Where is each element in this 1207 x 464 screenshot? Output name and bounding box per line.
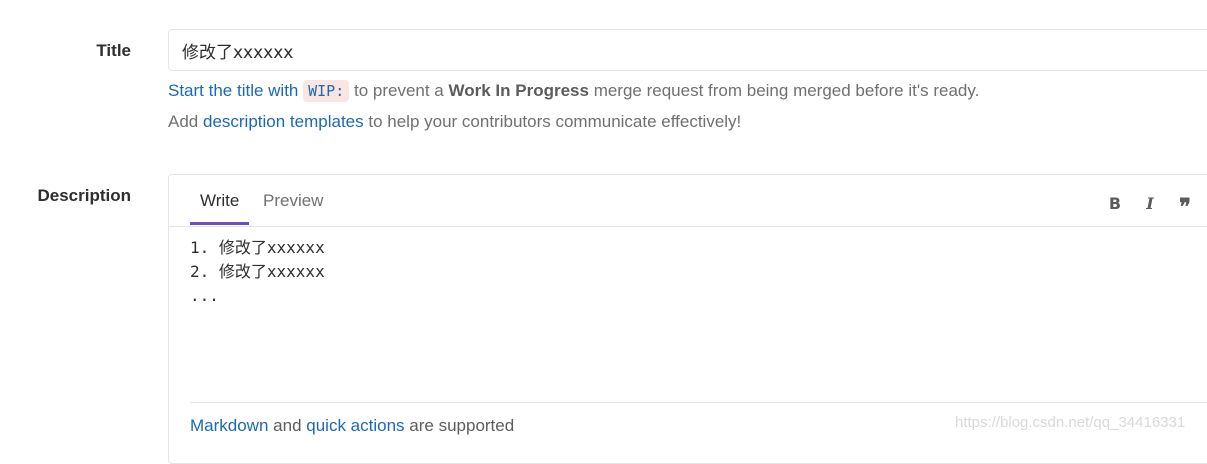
markdown-link[interactable]: Markdown xyxy=(190,416,268,435)
title-input[interactable] xyxy=(168,29,1207,71)
wip-help-text: Start the title with WIP: to prevent a W… xyxy=(168,80,979,102)
footer-supported: are supported xyxy=(409,416,515,435)
start-title-with-link[interactable]: Start the title with xyxy=(168,81,298,100)
templates-help-add: Add xyxy=(168,112,199,131)
italic-icon[interactable]: I xyxy=(1140,194,1160,214)
description-textarea[interactable]: 1. 修改了xxxxxx 2. 修改了xxxxxx ... xyxy=(190,236,1190,396)
templates-help-text: Add description templates to help your c… xyxy=(168,112,741,132)
quote-icon[interactable]: ❞ xyxy=(1175,194,1195,220)
footer-and: and xyxy=(273,416,302,435)
watermark: https://blog.csdn.net/qq_34416331 xyxy=(955,414,1186,431)
wip-help-rest: merge request from being merged before i… xyxy=(593,81,980,100)
description-label: Description xyxy=(37,186,131,205)
editor-divider xyxy=(190,402,1207,403)
tab-preview[interactable]: Preview xyxy=(263,190,323,225)
tab-write[interactable]: Write xyxy=(190,190,250,225)
templates-help-rest: to help your contributors communicate ef… xyxy=(368,112,742,131)
wip-help-bold: Work In Progress xyxy=(448,81,589,100)
editor-tabs: Write Preview B I ❞ xyxy=(169,175,1207,227)
wip-code: WIP: xyxy=(303,80,350,102)
bold-icon[interactable]: B xyxy=(1105,194,1125,214)
quick-actions-link[interactable]: quick actions xyxy=(306,416,404,435)
title-label: Title xyxy=(96,41,131,60)
description-templates-link[interactable]: description templates xyxy=(203,112,364,131)
wip-help-prevent: to prevent a xyxy=(353,81,444,100)
editor-footer: Markdown and quick actions are supported xyxy=(190,416,514,436)
